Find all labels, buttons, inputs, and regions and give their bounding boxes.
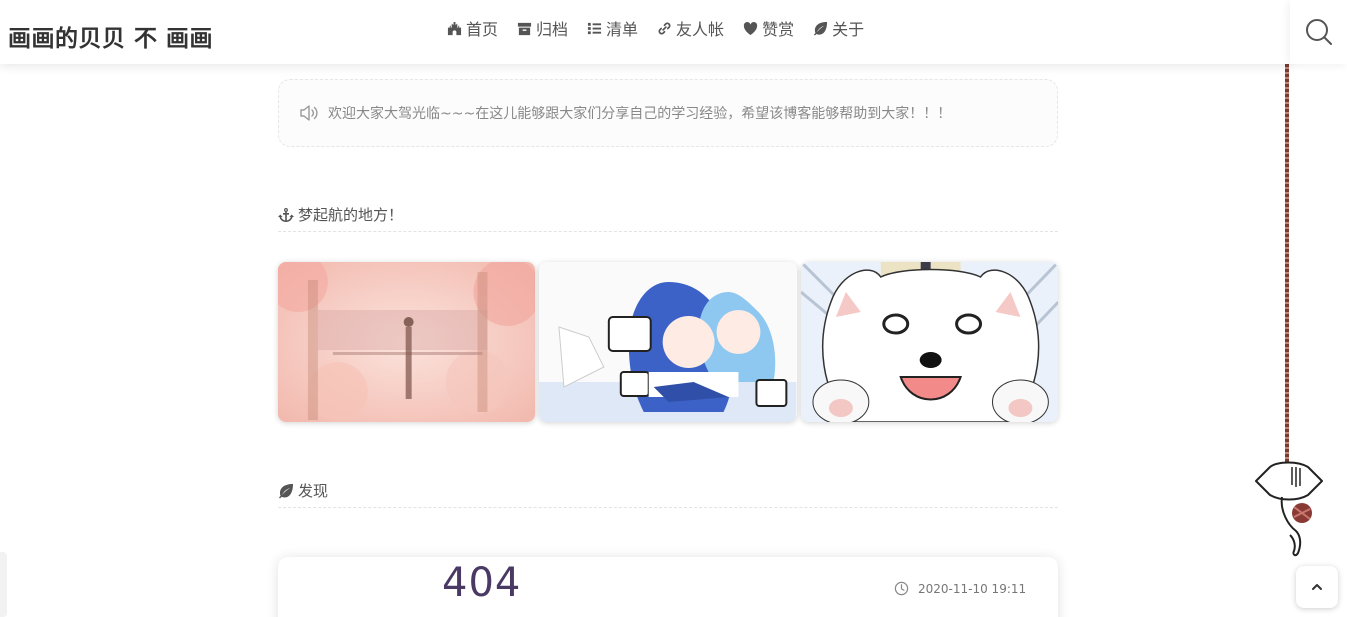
- back-to-top-button[interactable]: [1296, 566, 1338, 608]
- search-icon: [1305, 19, 1332, 45]
- speaker-icon: [300, 105, 318, 121]
- cherry-blossom-illustration: [278, 262, 536, 422]
- search-button[interactable]: [1290, 0, 1347, 64]
- white-dog-illustration: [800, 262, 1058, 422]
- site-header: 画画的贝贝 不 画画 首页 归档 清单 友人帐 赞赏 关于: [0, 0, 1290, 64]
- section-title: 梦起航的地方！: [298, 206, 404, 224]
- nav-item-home[interactable]: 首页: [447, 16, 498, 40]
- clock-icon: [894, 581, 909, 596]
- main-nav: 首页 归档 清单 友人帐 赞赏 关于: [447, 16, 864, 40]
- notice-text: 欢迎大家大驾光临~~~在这儿能够跟大家们分享自己的学习经验，希望该博客能够帮助到…: [328, 106, 952, 122]
- nav-label: 归档: [536, 20, 569, 39]
- section-title: 发现: [298, 482, 329, 500]
- hanging-rope: [1285, 64, 1289, 462]
- post-date: 2020-11-10 19:11: [894, 581, 1026, 596]
- nav-label: 关于: [832, 20, 865, 39]
- leaf-icon: [279, 484, 293, 499]
- site-title[interactable]: 画画的贝贝 不 画画: [8, 19, 213, 53]
- nav-item-donate[interactable]: 赞赏: [743, 16, 794, 40]
- nav-item-list[interactable]: 清单: [587, 16, 638, 40]
- feature-card-3[interactable]: [800, 262, 1058, 422]
- nav-label: 首页: [466, 20, 499, 39]
- castle-icon: [447, 21, 462, 35]
- heart-icon: [743, 21, 758, 35]
- post-card[interactable]: 404 2020-11-10 19:11: [278, 557, 1058, 617]
- link-icon: [658, 22, 671, 34]
- notice-bar: 欢迎大家大驾光临~~~在这儿能够跟大家们分享自己的学习经验，希望该博客能够帮助到…: [278, 79, 1058, 147]
- chevron-up-icon: [1312, 584, 1322, 590]
- feature-card-1[interactable]: [278, 262, 536, 422]
- post-thumbnail-404[interactable]: 404: [442, 560, 521, 606]
- anchor-icon: [278, 208, 294, 222]
- nav-item-friends[interactable]: 友人帐: [657, 16, 724, 40]
- feature-cards: [278, 262, 1058, 422]
- anime-girls-illustration: [539, 262, 797, 422]
- features-section-heading: 梦起航的地方！: [278, 204, 1058, 232]
- discover-section-heading: 发现: [278, 480, 1058, 508]
- post-date-text: 2020-11-10 19:11: [918, 581, 1027, 596]
- side-drawer-handle[interactable]: [0, 552, 7, 617]
- hanging-cat-icon[interactable]: [1252, 455, 1326, 559]
- nav-item-archive[interactable]: 归档: [517, 16, 568, 40]
- feature-card-2[interactable]: [539, 262, 797, 422]
- leaf-icon: [814, 21, 828, 36]
- nav-label: 赞赏: [762, 20, 795, 39]
- archive-icon: [517, 22, 532, 35]
- list-icon: [587, 22, 602, 34]
- nav-item-about[interactable]: 关于: [813, 16, 864, 40]
- nav-label: 清单: [606, 20, 639, 39]
- nav-label: 友人帐: [676, 20, 725, 39]
